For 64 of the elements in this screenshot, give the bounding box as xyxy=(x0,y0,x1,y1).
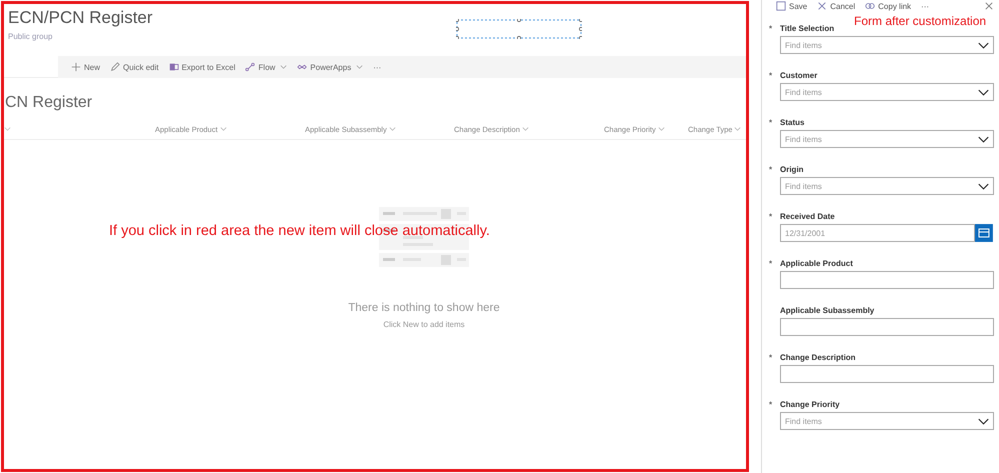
required-mark: * xyxy=(769,71,772,80)
field-label: Applicable Subassembly xyxy=(780,306,874,315)
flow-icon xyxy=(245,62,256,72)
toolbar-button[interactable]: Copy link xyxy=(861,1,916,11)
site-subtitle: Public group xyxy=(8,32,54,41)
required-mark: * xyxy=(769,353,772,362)
chevron-down-icon xyxy=(220,127,227,131)
empty-state-hint: Click New to add items xyxy=(383,320,465,329)
dropdown-field[interactable]: Find items xyxy=(780,83,994,101)
chevron-down-icon xyxy=(4,127,11,131)
field-label: Title Selection xyxy=(780,24,834,33)
chevron-down-icon xyxy=(978,182,989,190)
required-mark: * xyxy=(769,24,772,33)
field-label: Origin xyxy=(780,165,804,174)
date-field[interactable]: 12/31/2001 xyxy=(780,224,976,242)
required-mark: * xyxy=(769,400,772,409)
command-button[interactable]: Flow xyxy=(240,62,292,72)
list-title: CN Register xyxy=(5,94,94,112)
command-button[interactable]: ··· xyxy=(368,62,386,72)
link-chain-icon xyxy=(297,62,308,72)
field-label: Received Date xyxy=(780,212,835,221)
command-button[interactable]: New xyxy=(66,62,106,72)
empty-state-title: There is nothing to show here xyxy=(348,302,500,314)
dropdown-field[interactable]: Find items xyxy=(780,412,994,430)
chevron-down-icon xyxy=(978,42,989,48)
annotation-text: Form after customization xyxy=(854,14,986,28)
toolbar-button[interactable]: Save xyxy=(772,1,812,11)
field-label: Change Priority xyxy=(780,400,840,409)
required-mark: * xyxy=(769,118,772,127)
field-label: Customer xyxy=(780,71,818,80)
text-field[interactable] xyxy=(780,318,994,336)
toolbar-button[interactable]: ··· xyxy=(917,2,934,10)
save-icon xyxy=(776,1,786,11)
close-icon[interactable] xyxy=(985,2,993,10)
pencil-icon xyxy=(110,62,120,72)
chevron-down-icon xyxy=(388,127,396,131)
annotation-text: If you click in red area the new item will close automatically. xyxy=(109,223,490,239)
calendar-button[interactable] xyxy=(975,224,993,242)
site-title: ECN/PCN Register xyxy=(8,7,153,29)
link-icon xyxy=(865,1,876,11)
toolbar-button[interactable]: Cancel xyxy=(813,1,860,11)
command-button[interactable]: Quick edit xyxy=(105,62,164,72)
required-mark: * xyxy=(769,165,772,174)
required-mark: * xyxy=(769,212,772,221)
chevron-down-icon xyxy=(978,418,989,424)
required-mark: * xyxy=(769,259,772,268)
chevron-down-icon xyxy=(978,88,989,96)
close-icon xyxy=(817,1,828,11)
text-field[interactable] xyxy=(780,365,994,383)
chevron-down-icon xyxy=(978,136,989,142)
command-button[interactable]: PowerApps xyxy=(292,62,368,72)
field-label: Change Description xyxy=(780,353,856,362)
field-label: Applicable Product xyxy=(780,259,853,268)
text-field[interactable] xyxy=(780,271,994,289)
spreadsheet-icon xyxy=(168,62,179,72)
dropdown-field[interactable]: Find items xyxy=(780,130,994,148)
dropdown-field[interactable]: Find items xyxy=(780,177,994,195)
chevron-down-icon xyxy=(522,127,529,131)
dropdown-field[interactable]: Find items xyxy=(780,36,994,54)
chevron-down-icon xyxy=(734,127,742,131)
command-button[interactable]: Export to Excel xyxy=(164,62,240,72)
plus-icon xyxy=(71,62,81,72)
chevron-down-icon xyxy=(658,127,665,131)
field-label: Status xyxy=(780,118,804,127)
